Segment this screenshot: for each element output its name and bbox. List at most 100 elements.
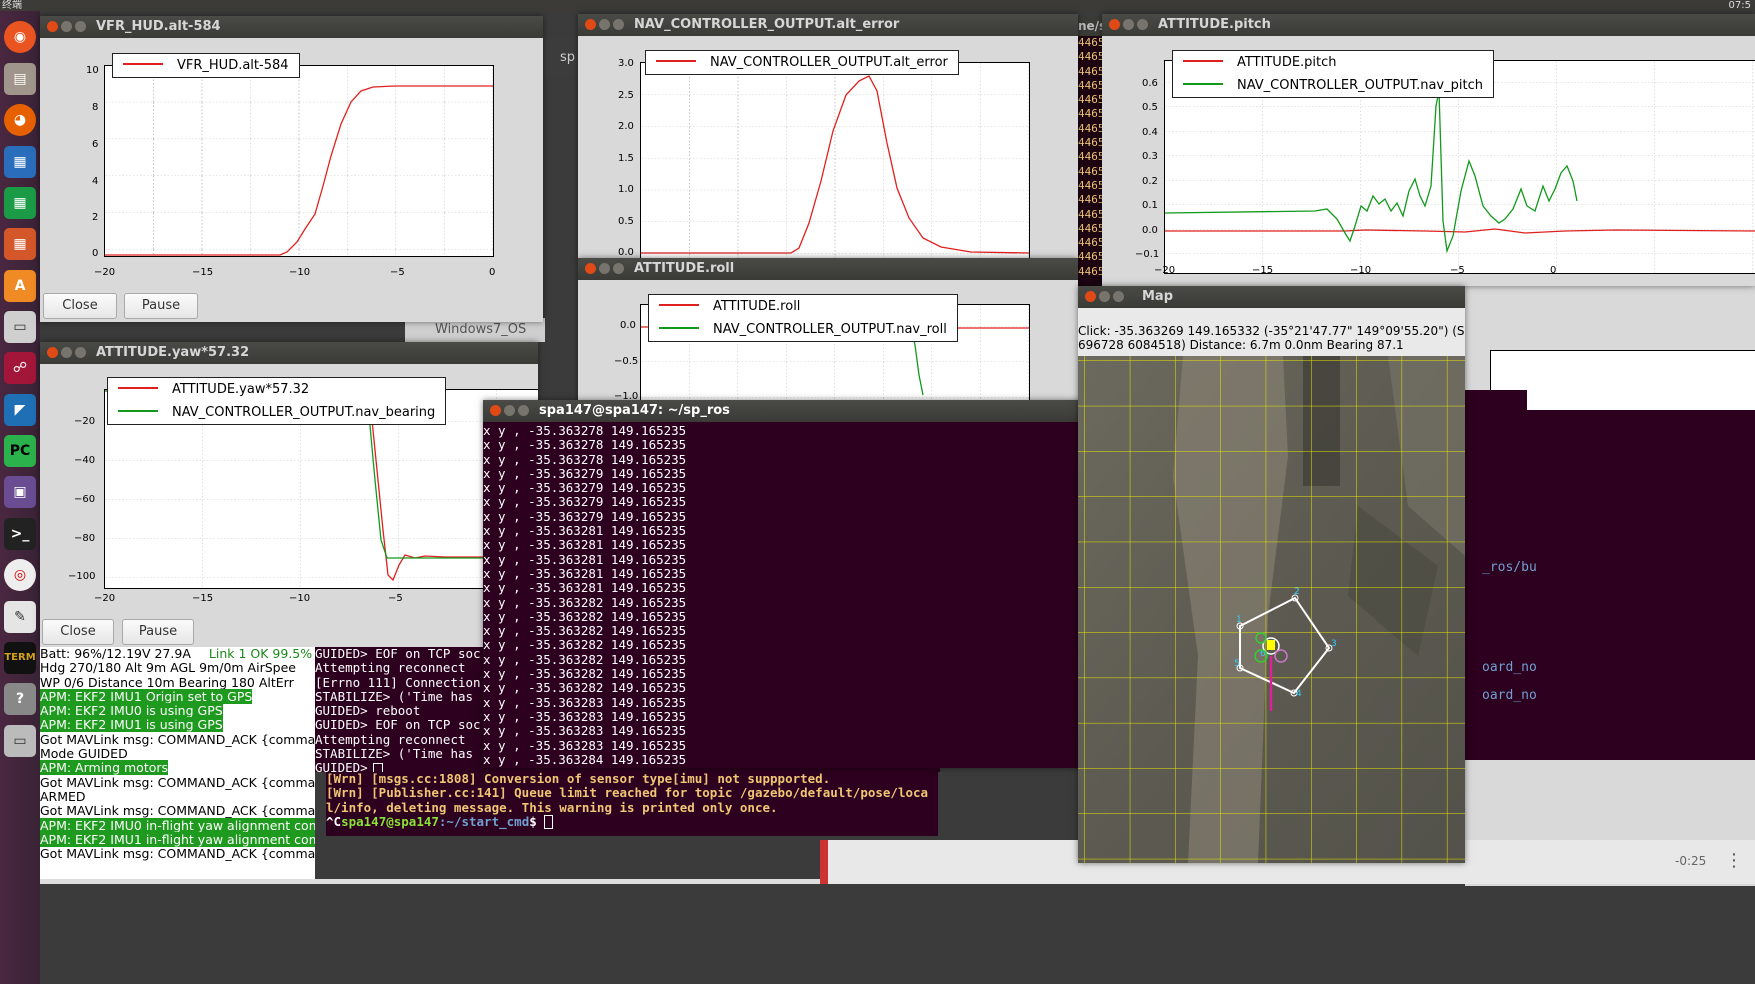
y-tick: 0.3: [1142, 151, 1158, 162]
legend-label: ATTITUDE.yaw*57.32: [172, 382, 310, 397]
firefox-icon[interactable]: ◕: [4, 104, 36, 136]
clock[interactable]: 07:5: [1729, 0, 1751, 11]
mendeley-icon[interactable]: ☍: [4, 352, 36, 384]
y-tick: −20: [74, 416, 96, 427]
y-tick: −40: [74, 455, 96, 466]
gazebo-terminal[interactable]: [Wrn] [msgs.cc:1808] Conversion of senso…: [326, 772, 938, 836]
minimize-window-icon[interactable]: [61, 21, 72, 32]
console-line: Batt: 96%/12.19V 27.9A Link 1 OK 99.5% (6…: [40, 647, 315, 661]
plot-legend: ATTITUDE.roll NAV_CONTROLLER_OUTPUT.nav_…: [648, 294, 958, 342]
console-text: APM: Arming motors: [40, 760, 169, 776]
legend-label: NAV_CONTROLLER_OUTPUT.nav_roll: [713, 322, 947, 337]
prompt-symbol: $: [529, 813, 545, 829]
xterm-icon[interactable]: TERM: [4, 642, 36, 674]
x-tick: −20: [94, 267, 116, 278]
video-icon[interactable]: ▣: [4, 476, 36, 508]
close-window-icon[interactable]: [47, 21, 58, 32]
files-icon[interactable]: ▤: [4, 63, 36, 95]
plot-area: [640, 62, 1030, 258]
texteditor-icon[interactable]: ✎: [4, 601, 36, 633]
legend-label: ATTITUDE.pitch: [1237, 55, 1337, 70]
progress-marker: [820, 840, 828, 884]
vscode-icon[interactable]: ◤: [4, 394, 36, 426]
minimize-window-icon[interactable]: [599, 19, 610, 30]
close-window-icon[interactable]: [1109, 19, 1120, 30]
close-button[interactable]: Close: [42, 619, 114, 645]
click-coords: Click: -35.363269 149.165332 (-35°21'47.…: [1078, 324, 1465, 338]
close-window-icon[interactable]: [585, 19, 596, 30]
console-line: Got MAVLink msg: COMMAND_ACK {command : …: [40, 804, 315, 818]
maximize-window-icon[interactable]: [518, 405, 529, 416]
terminal-icon[interactable]: >_: [4, 518, 36, 550]
console-text: Hdg 270/180 Alt 9m AGL 9m/0m AirSpee: [40, 660, 296, 676]
minimize-window-icon[interactable]: [1123, 19, 1134, 30]
minimize-window-icon[interactable]: [599, 263, 610, 274]
drive-icon[interactable]: ▭: [4, 725, 36, 757]
minimize-window-icon[interactable]: [504, 405, 515, 416]
pycharm-icon[interactable]: PC: [4, 435, 36, 467]
app-icon[interactable]: ◎: [4, 559, 36, 591]
terminal-line: x y , -35.363279 149.165235: [483, 465, 687, 481]
y-tick: 10: [86, 65, 99, 76]
maximize-window-icon[interactable]: [613, 263, 624, 274]
help-icon[interactable]: ?: [4, 683, 36, 715]
pause-button[interactable]: Pause: [122, 619, 194, 645]
pause-button[interactable]: Pause: [124, 293, 198, 319]
close-button[interactable]: Close: [43, 293, 117, 319]
close-window-icon[interactable]: [585, 263, 596, 274]
calc-icon[interactable]: ▦: [4, 187, 36, 219]
window-title: ATTITUDE.yaw*57.32: [96, 345, 250, 360]
close-window-icon[interactable]: [490, 405, 501, 416]
console-line: APM: Arming motors: [40, 760, 315, 776]
terminal-line: x y , -35.363281 149.165235: [483, 523, 687, 539]
console-text: WP 0/6 Distance 10m Bearing 180 AltErr: [40, 674, 294, 690]
impress-icon[interactable]: ▦: [4, 228, 36, 260]
y-tick: 0.5: [618, 216, 634, 227]
terminal-line: x y , -35.363281 149.165235: [483, 537, 687, 553]
terminal-line: ^Cspa147@spa147:~/start_cmd$: [326, 813, 938, 830]
plot-area: [104, 65, 494, 257]
maximize-window-icon[interactable]: [613, 19, 624, 30]
x-tick: −10: [289, 593, 311, 604]
console-line: Mode GUIDED: [40, 746, 315, 761]
y-tick: 0.5: [1142, 102, 1158, 113]
close-window-icon[interactable]: [47, 347, 58, 358]
terminal-line: x y , -35.363282 149.165235: [483, 666, 687, 682]
y-tick: −0.5: [614, 356, 639, 367]
writer-icon[interactable]: ▦: [4, 146, 36, 178]
minimize-window-icon[interactable]: [1099, 291, 1110, 302]
window-title: spa147@spa147: ~/sp_ros: [539, 403, 730, 418]
y-tick: −100: [68, 571, 96, 582]
window-title: ATTITUDE.pitch: [1158, 17, 1271, 32]
close-window-icon[interactable]: [1085, 291, 1096, 302]
maximize-window-icon[interactable]: [75, 347, 86, 358]
ubuntu-icon[interactable]: ◉: [4, 21, 36, 53]
title-bar: ATTITUDE.roll: [578, 258, 1078, 280]
waypoint-label: 5: [1234, 659, 1240, 669]
console-line: APM: EKF2 IMU0 is using GPS: [40, 703, 315, 719]
launcher: ◉ ▤ ◕ ▦ ▦ ▦ A ▭ ☍ ◤ PC ▣ >_ ◎ ✎ TERM ? ▭: [0, 11, 40, 984]
map-svg[interactable]: 1 2 3 4 5 6: [1078, 356, 1465, 863]
amazon-icon[interactable]: ▭: [4, 311, 36, 343]
more-options-icon[interactable]: ⋮: [1725, 850, 1743, 871]
terminal-line: x y , -35.363282 149.165235: [483, 651, 687, 667]
maximize-window-icon[interactable]: [75, 21, 86, 32]
x-tick: −10: [289, 267, 311, 278]
y-tick: 8: [92, 102, 99, 113]
terminal-output[interactable]: x y , -35.363278 149.165235 x y , -35.363…: [483, 424, 1096, 768]
minimize-window-icon[interactable]: [61, 347, 72, 358]
plot-window-alt-error: NAV_CONTROLLER_OUTPUT.alt_error NAV_CONT…: [578, 14, 1078, 258]
terminal-line: x y , -35.363281 149.165235: [483, 565, 687, 581]
console-text: APM: EKF2 IMU1 Origin set to GPS: [40, 688, 253, 704]
maximize-window-icon[interactable]: [1113, 291, 1124, 302]
y-tick: −0.1: [1135, 249, 1160, 260]
maximize-window-icon[interactable]: [1137, 19, 1148, 30]
y-tick: −80: [74, 533, 96, 544]
terminal-line: l/info, deleting message. This warning i…: [326, 799, 778, 815]
title-bar: spa147@spa147: ~/sp_ros: [483, 400, 1096, 422]
map-canvas[interactable]: 1 2 3 4 5 6: [1078, 356, 1465, 863]
y-tick: 1.5: [618, 153, 634, 164]
console-line: Hdg 270/180 Alt 9m AGL 9m/0m AirSpee: [40, 661, 315, 675]
terminal-line: [Wrn] [Publisher.cc:141] Queue limit rea…: [326, 785, 929, 801]
software-icon[interactable]: A: [4, 270, 36, 302]
